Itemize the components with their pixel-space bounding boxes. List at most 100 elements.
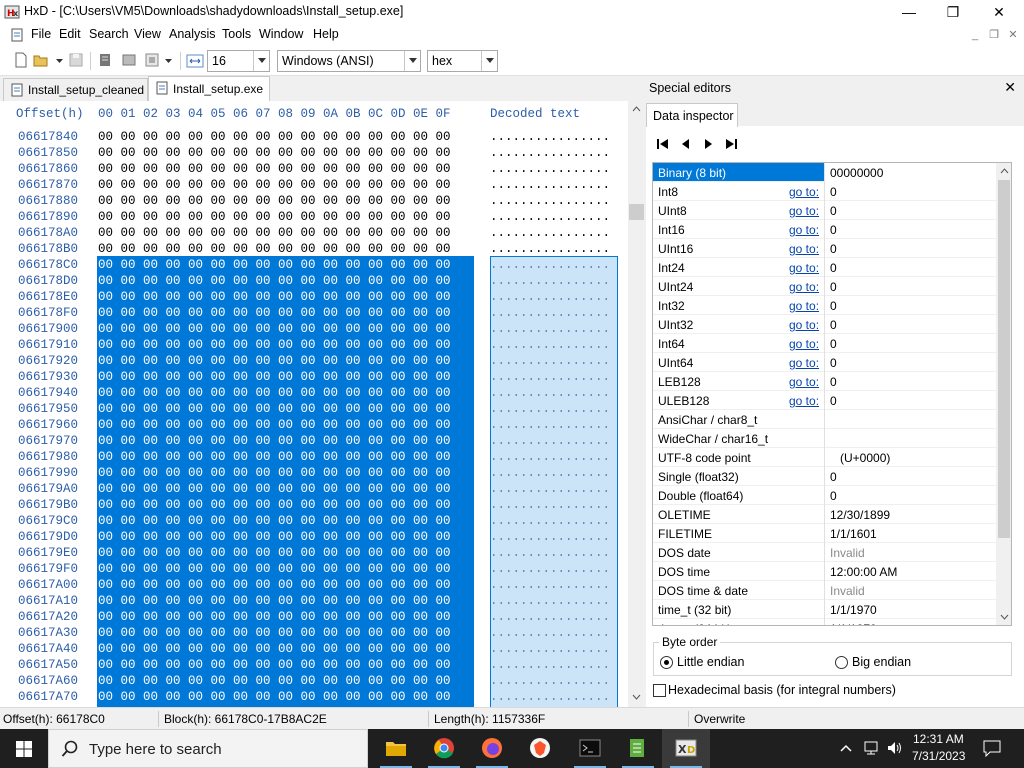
properties-icon[interactable] — [96, 51, 114, 69]
row-bytes[interactable]: 00 00 00 00 00 00 00 00 00 00 00 00 00 0… — [98, 162, 451, 176]
notifications-icon[interactable] — [983, 740, 1001, 757]
goto-link[interactable]: go to: — [789, 185, 819, 199]
inspector-value-cell[interactable]: 1/1/1970 — [824, 619, 996, 625]
row-decoded-text[interactable]: ................ — [490, 626, 610, 640]
row-bytes[interactable]: 00 00 00 00 00 00 00 00 00 00 00 00 00 0… — [98, 562, 451, 576]
row-decoded-text[interactable]: ................ — [490, 258, 610, 272]
row-decoded-text[interactable]: ................ — [490, 498, 610, 512]
row-decoded-text[interactable]: ................ — [490, 434, 610, 448]
menu-tools[interactable]: Tools — [222, 27, 251, 41]
row-bytes[interactable]: 00 00 00 00 00 00 00 00 00 00 00 00 00 0… — [98, 658, 451, 672]
inspector-value[interactable]: (U+0000) — [830, 451, 890, 465]
inspector-value-cell[interactable]: 0 — [824, 182, 996, 201]
hex-row[interactable]: 066179C0 00 00 00 00 00 00 00 00 00 00 00… — [0, 514, 628, 530]
inspector-value-cell[interactable]: 00000000 — [824, 163, 996, 182]
inspector-value[interactable]: 0 — [830, 356, 837, 370]
inspector-value[interactable]: 00000000 — [830, 166, 883, 180]
inspector-value-cell[interactable]: 0 — [824, 334, 996, 353]
row-bytes[interactable]: 00 00 00 00 00 00 00 00 00 00 00 00 00 0… — [98, 290, 451, 304]
hex-row[interactable]: 06617900 00 00 00 00 00 00 00 00 00 00 00… — [0, 322, 628, 338]
hxd-taskbar-button[interactable]: XD — [662, 729, 710, 768]
inspector-value-cell[interactable] — [824, 410, 996, 429]
inspector-value-cell[interactable]: 0 — [824, 467, 996, 486]
inspector-value[interactable]: 0 — [830, 394, 837, 408]
inspector-value[interactable]: 0 — [830, 223, 837, 237]
row-decoded-text[interactable]: ................ — [490, 690, 610, 704]
inspector-row[interactable]: Int64 go to: 0 — [653, 334, 996, 353]
row-bytes[interactable]: 00 00 00 00 00 00 00 00 00 00 00 00 00 0… — [98, 466, 451, 480]
inspector-row[interactable]: UInt8 go to: 0 — [653, 201, 996, 220]
row-bytes[interactable]: 00 00 00 00 00 00 00 00 00 00 00 00 00 0… — [98, 194, 451, 208]
inspector-value-cell[interactable]: 0 — [824, 296, 996, 315]
inspector-value-cell[interactable]: 0 — [824, 277, 996, 296]
save-icon[interactable] — [67, 51, 85, 69]
maximize-button[interactable]: ❐ — [930, 0, 976, 24]
previous-icon[interactable] — [678, 137, 694, 151]
row-decoded-text[interactable]: ................ — [490, 610, 610, 624]
inspector-row[interactable]: Int32 go to: 0 — [653, 296, 996, 315]
hex-row[interactable]: 066179D0 00 00 00 00 00 00 00 00 00 00 00… — [0, 530, 628, 546]
goto-link[interactable]: go to: — [789, 394, 819, 408]
row-bytes[interactable]: 00 00 00 00 00 00 00 00 00 00 00 00 00 0… — [98, 578, 451, 592]
menu-help[interactable]: Help — [313, 27, 339, 41]
inspector-value-cell[interactable]: 0 — [824, 353, 996, 372]
row-bytes[interactable]: 00 00 00 00 00 00 00 00 00 00 00 00 00 0… — [98, 514, 451, 528]
offset-base-select[interactable]: hex — [427, 50, 498, 72]
volume-icon[interactable] — [886, 740, 904, 756]
inspector-row[interactable]: ULEB128 go to: 0 — [653, 391, 996, 410]
inspector-value-cell[interactable]: 12/30/1899 — [824, 505, 996, 524]
inspector-value[interactable]: 0 — [830, 280, 837, 294]
row-bytes[interactable]: 00 00 00 00 00 00 00 00 00 00 00 00 00 0… — [98, 178, 451, 192]
open-folder-icon[interactable] — [32, 51, 50, 69]
row-decoded-text[interactable]: ................ — [490, 642, 610, 656]
row-decoded-text[interactable]: ................ — [490, 546, 610, 560]
close-icon[interactable]: ✕ — [1004, 79, 1016, 96]
hex-row[interactable]: 06617970 00 00 00 00 00 00 00 00 00 00 00… — [0, 434, 628, 450]
hex-row[interactable]: 06617840 00 00 00 00 00 00 00 00 00 00 00… — [0, 130, 628, 146]
hex-rows[interactable]: 06617840 00 00 00 00 00 00 00 00 00 00 00… — [0, 130, 628, 707]
inspector-row[interactable]: DOS time 12:00:00 AM — [653, 562, 996, 581]
hex-row[interactable]: 066178A0 00 00 00 00 00 00 00 00 00 00 00… — [0, 226, 628, 242]
little-endian-label[interactable]: Little endian — [677, 655, 744, 669]
hex-row[interactable]: 06617980 00 00 00 00 00 00 00 00 00 00 00… — [0, 450, 628, 466]
scroll-down-icon[interactable] — [632, 693, 641, 701]
row-bytes[interactable]: 00 00 00 00 00 00 00 00 00 00 00 00 00 0… — [98, 146, 451, 160]
row-bytes[interactable]: 00 00 00 00 00 00 00 00 00 00 00 00 00 0… — [98, 226, 451, 240]
hex-row[interactable]: 06617880 00 00 00 00 00 00 00 00 00 00 00… — [0, 194, 628, 210]
row-decoded-text[interactable]: ................ — [490, 674, 610, 688]
bytes-per-row-select[interactable]: 16 — [207, 50, 270, 72]
inspector-value-cell[interactable]: 1/1/1970 — [824, 600, 996, 619]
row-decoded-text[interactable]: ................ — [490, 210, 610, 224]
inspector-row[interactable]: UInt32 go to: 0 — [653, 315, 996, 334]
goto-link[interactable]: go to: — [789, 204, 819, 218]
hex-row[interactable]: 06617A00 00 00 00 00 00 00 00 00 00 00 00… — [0, 578, 628, 594]
hex-row[interactable]: 06617A50 00 00 00 00 00 00 00 00 00 00 00… — [0, 658, 628, 674]
hex-row[interactable]: 06617850 00 00 00 00 00 00 00 00 00 00 00… — [0, 146, 628, 162]
row-bytes[interactable]: 00 00 00 00 00 00 00 00 00 00 00 00 00 0… — [98, 610, 451, 624]
hex-row[interactable]: 06617A70 00 00 00 00 00 00 00 00 00 00 00… — [0, 690, 628, 706]
row-decoded-text[interactable]: ................ — [490, 178, 610, 192]
hex-row[interactable]: 06617A60 00 00 00 00 00 00 00 00 00 00 00… — [0, 674, 628, 690]
row-bytes[interactable]: 00 00 00 00 00 00 00 00 00 00 00 00 00 0… — [98, 274, 451, 288]
row-decoded-text[interactable]: ................ — [490, 386, 610, 400]
row-decoded-text[interactable]: ................ — [490, 658, 610, 672]
inspector-row[interactable]: Single (float32) 0 — [653, 467, 996, 486]
tab-data-inspector[interactable]: Data inspector — [646, 103, 738, 127]
row-bytes[interactable]: 00 00 00 00 00 00 00 00 00 00 00 00 00 0… — [98, 418, 451, 432]
inspector-scrollbar[interactable] — [996, 163, 1011, 625]
inspector-value-cell[interactable]: 12:00:00 AM — [824, 562, 996, 581]
big-endian-radio[interactable] — [835, 656, 848, 669]
chevron-down-icon[interactable] — [164, 57, 173, 65]
row-decoded-text[interactable]: ................ — [490, 402, 610, 416]
row-bytes[interactable]: 00 00 00 00 00 00 00 00 00 00 00 00 00 0… — [98, 370, 451, 384]
inspector-value[interactable]: 0 — [830, 470, 837, 484]
chevron-up-icon[interactable] — [840, 743, 852, 753]
inspector-value[interactable]: 1/1/1601 — [830, 527, 877, 541]
row-bytes[interactable]: 00 00 00 00 00 00 00 00 00 00 00 00 00 0… — [98, 642, 451, 656]
row-decoded-text[interactable]: ................ — [490, 530, 610, 544]
row-decoded-text[interactable]: ................ — [490, 450, 610, 464]
mdi-restore-icon[interactable]: ❐ — [987, 28, 1001, 42]
menu-search[interactable]: Search — [89, 27, 129, 41]
row-decoded-text[interactable]: ................ — [490, 514, 610, 528]
firefox-taskbar-button[interactable] — [468, 729, 516, 768]
